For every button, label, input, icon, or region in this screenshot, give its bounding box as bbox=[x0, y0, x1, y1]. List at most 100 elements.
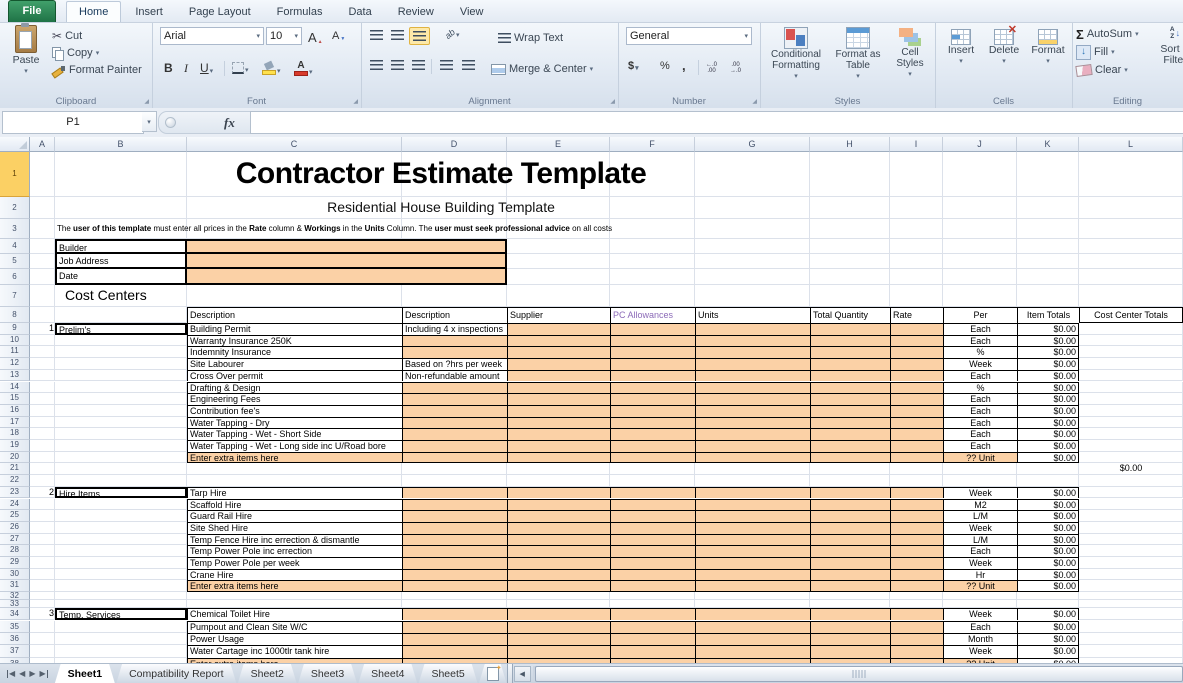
cell-G22[interactable] bbox=[695, 475, 810, 487]
cell-F4[interactable] bbox=[610, 239, 695, 254]
scroll-left-button[interactable]: ◀ bbox=[514, 666, 531, 682]
cell-L1[interactable] bbox=[1079, 152, 1183, 197]
cell-A29[interactable] bbox=[30, 557, 55, 569]
cell-E32[interactable] bbox=[507, 592, 610, 600]
cell-K3[interactable] bbox=[1017, 219, 1079, 239]
item-input-cell[interactable] bbox=[890, 557, 943, 569]
cell-F33[interactable] bbox=[610, 600, 695, 608]
align-top-button[interactable] bbox=[367, 27, 386, 43]
extra-input-cell[interactable] bbox=[402, 452, 507, 464]
cell-A18[interactable] bbox=[30, 428, 55, 440]
sheet-tab-sheet3[interactable]: Sheet3 bbox=[298, 664, 357, 683]
item-input-cell[interactable] bbox=[890, 428, 943, 440]
dialog-launcher-icon[interactable]: ◢ bbox=[752, 99, 757, 105]
form-input-date[interactable] bbox=[187, 269, 507, 285]
item-input-cell[interactable] bbox=[507, 346, 610, 358]
item-input-cell[interactable] bbox=[507, 393, 610, 405]
item-total-cell[interactable]: $0.00 bbox=[1017, 557, 1079, 569]
comma-button[interactable]: , bbox=[682, 58, 686, 73]
cell-B30[interactable] bbox=[55, 569, 187, 581]
cell-B12[interactable] bbox=[55, 358, 187, 370]
cell-B2[interactable] bbox=[55, 197, 187, 219]
tab-data[interactable]: Data bbox=[336, 2, 383, 22]
item-desc-cell[interactable]: Site Shed Hire bbox=[187, 522, 402, 534]
cell-D21[interactable] bbox=[402, 463, 507, 475]
item-per-cell[interactable]: L/M bbox=[943, 510, 1017, 522]
cell-H6[interactable] bbox=[810, 269, 890, 285]
item-input-cell[interactable] bbox=[610, 382, 695, 394]
cell-B11[interactable] bbox=[55, 346, 187, 358]
cell-A36[interactable] bbox=[30, 633, 55, 645]
formula-input[interactable] bbox=[250, 111, 1183, 134]
item-desc-cell[interactable]: Scaffold Hire bbox=[187, 499, 402, 511]
cell-E6[interactable] bbox=[507, 269, 610, 285]
item-input-cell[interactable] bbox=[610, 633, 695, 645]
cell-G2[interactable] bbox=[695, 197, 810, 219]
cell-H1[interactable] bbox=[810, 152, 890, 197]
column-header-G[interactable]: G bbox=[695, 137, 810, 152]
cell-styles-button[interactable]: Cell Styles ▾ bbox=[888, 27, 932, 80]
row-header-8[interactable]: 8 bbox=[0, 307, 30, 323]
item-desc-cell[interactable]: Site Labourer bbox=[187, 358, 402, 370]
name-box-dropdown[interactable]: ▾ bbox=[142, 111, 157, 132]
cell-B1[interactable] bbox=[55, 152, 187, 197]
percent-button[interactable]: % bbox=[660, 60, 670, 72]
cell-L2[interactable] bbox=[1079, 197, 1183, 219]
tab-formulas[interactable]: Formulas bbox=[265, 2, 335, 22]
cell-L4[interactable] bbox=[1079, 239, 1183, 254]
item-per-cell[interactable]: Each bbox=[943, 440, 1017, 452]
cell-A3[interactable] bbox=[30, 219, 55, 239]
cell-K6[interactable] bbox=[1017, 269, 1079, 285]
cell-A11[interactable] bbox=[30, 346, 55, 358]
item-input-cell[interactable] bbox=[507, 499, 610, 511]
cell-A22[interactable] bbox=[30, 475, 55, 487]
item-input-cell[interactable] bbox=[890, 335, 943, 347]
cell-L32[interactable] bbox=[1079, 592, 1183, 600]
cell-C21[interactable] bbox=[187, 463, 402, 475]
cell-K1[interactable] bbox=[1017, 152, 1079, 197]
item-input-cell[interactable] bbox=[507, 440, 610, 452]
item-desc-cell[interactable]: Pumpout and Clean Site W/C bbox=[187, 621, 402, 633]
cell-I2[interactable] bbox=[890, 197, 943, 219]
cell-A21[interactable] bbox=[30, 463, 55, 475]
item-input-cell[interactable] bbox=[507, 428, 610, 440]
cell-A7[interactable] bbox=[30, 285, 55, 307]
item-input-cell[interactable] bbox=[507, 405, 610, 417]
cell-G32[interactable] bbox=[695, 592, 810, 600]
bold-button[interactable]: B bbox=[164, 61, 173, 75]
item-input-cell[interactable] bbox=[810, 487, 890, 499]
item-desc-cell[interactable]: Warranty Insurance 250K bbox=[187, 335, 402, 347]
item-input-cell[interactable] bbox=[810, 405, 890, 417]
cell-J21[interactable] bbox=[943, 463, 1017, 475]
select-all-corner[interactable] bbox=[0, 137, 30, 152]
cell-A4[interactable] bbox=[30, 239, 55, 254]
item-input-cell[interactable] bbox=[810, 608, 890, 620]
item-input-cell[interactable] bbox=[810, 417, 890, 429]
cell-H32[interactable] bbox=[810, 592, 890, 600]
row-header-36[interactable]: 36 bbox=[0, 633, 30, 645]
clear-button[interactable]: Clear ▾ bbox=[1076, 62, 1128, 78]
cell-A2[interactable] bbox=[30, 197, 55, 219]
format-cells-button[interactable]: Format ▾ bbox=[1027, 29, 1069, 67]
cell-A8[interactable] bbox=[30, 307, 55, 323]
tab-page-layout[interactable]: Page Layout bbox=[177, 2, 263, 22]
font-color-button[interactable]: A▾ bbox=[294, 61, 313, 76]
item-input-cell[interactable] bbox=[610, 405, 695, 417]
grow-font-button[interactable]: A▲ bbox=[308, 30, 323, 45]
cell-J4[interactable] bbox=[943, 239, 1017, 254]
row-header-32[interactable]: 32 bbox=[0, 592, 30, 600]
item-input-cell[interactable] bbox=[507, 633, 610, 645]
item-desc-cell[interactable]: Indemnity Insurance bbox=[187, 346, 402, 358]
cell-B16[interactable] bbox=[55, 405, 187, 417]
item-input-cell[interactable] bbox=[610, 323, 695, 335]
item-input-cell[interactable] bbox=[610, 428, 695, 440]
cell-A20[interactable] bbox=[30, 452, 55, 464]
cell-I6[interactable] bbox=[890, 269, 943, 285]
cell-H7[interactable] bbox=[810, 285, 890, 307]
increase-decimal-button[interactable]: ←.0.00 bbox=[706, 62, 717, 74]
item-per-cell[interactable]: Each bbox=[943, 621, 1017, 633]
cell-A19[interactable] bbox=[30, 440, 55, 452]
item-input-cell[interactable] bbox=[610, 393, 695, 405]
item-input-cell[interactable] bbox=[695, 608, 810, 620]
cell-L22[interactable] bbox=[1079, 475, 1183, 487]
